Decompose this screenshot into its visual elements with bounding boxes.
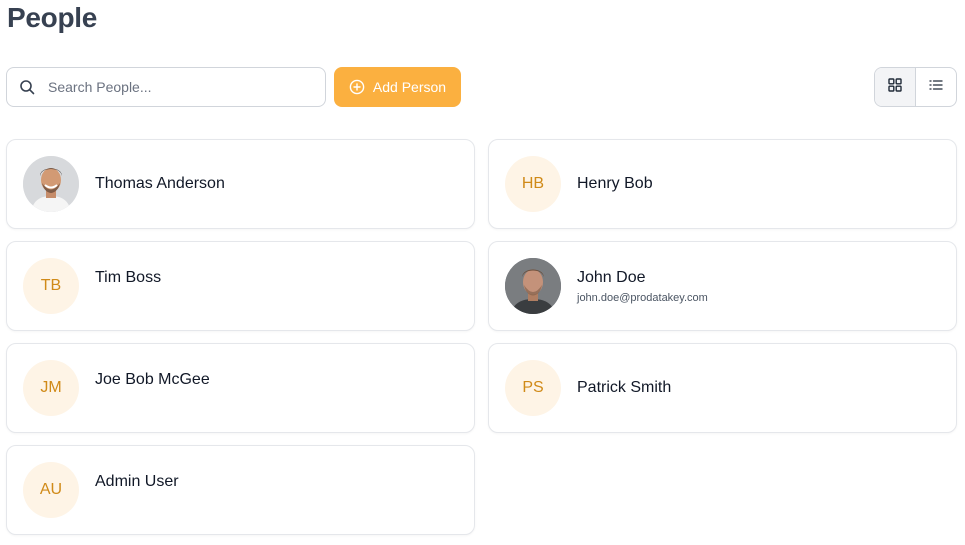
list-icon [929, 78, 943, 97]
person-card[interactable]: TB Tim Boss [6, 241, 475, 331]
search-icon [19, 79, 35, 95]
person-name: Joe Bob McGee [95, 371, 210, 388]
person-name: Thomas Anderson [95, 175, 225, 192]
search-input[interactable] [48, 68, 308, 106]
add-person-button[interactable]: Add Person [334, 67, 461, 107]
avatar: AU [23, 462, 79, 518]
view-toggle [874, 67, 957, 107]
person-card[interactable]: AU Admin User [6, 445, 475, 535]
avatar: JM [23, 360, 79, 416]
plus-circle-icon [349, 79, 365, 95]
grid-icon [888, 77, 902, 97]
person-name: Henry Bob [577, 175, 653, 192]
person-name: Tim Boss [95, 269, 162, 286]
avatar: TB [23, 258, 79, 314]
person-name: John Doe [577, 269, 646, 286]
person-card[interactable]: PS Patrick Smith [488, 343, 957, 433]
person-card[interactable]: John Doe john.doe@prodatakey.com [488, 241, 957, 331]
person-card[interactable]: JM Joe Bob McGee [6, 343, 475, 433]
avatar [23, 156, 79, 212]
grid-view-button[interactable] [875, 68, 916, 106]
person-card[interactable]: Thomas Anderson [6, 139, 475, 229]
person-name: Admin User [95, 473, 179, 490]
person-card[interactable]: HB Henry Bob [488, 139, 957, 229]
avatar: PS [505, 360, 561, 416]
search-box[interactable] [6, 67, 326, 107]
person-email: john.doe@prodatakey.com [577, 292, 708, 304]
page-title: People [7, 2, 98, 33]
avatar: HB [505, 156, 561, 212]
avatar [505, 258, 561, 314]
add-person-label: Add Person [372, 79, 447, 95]
person-name: Patrick Smith [577, 379, 672, 396]
list-view-button[interactable] [916, 68, 957, 106]
